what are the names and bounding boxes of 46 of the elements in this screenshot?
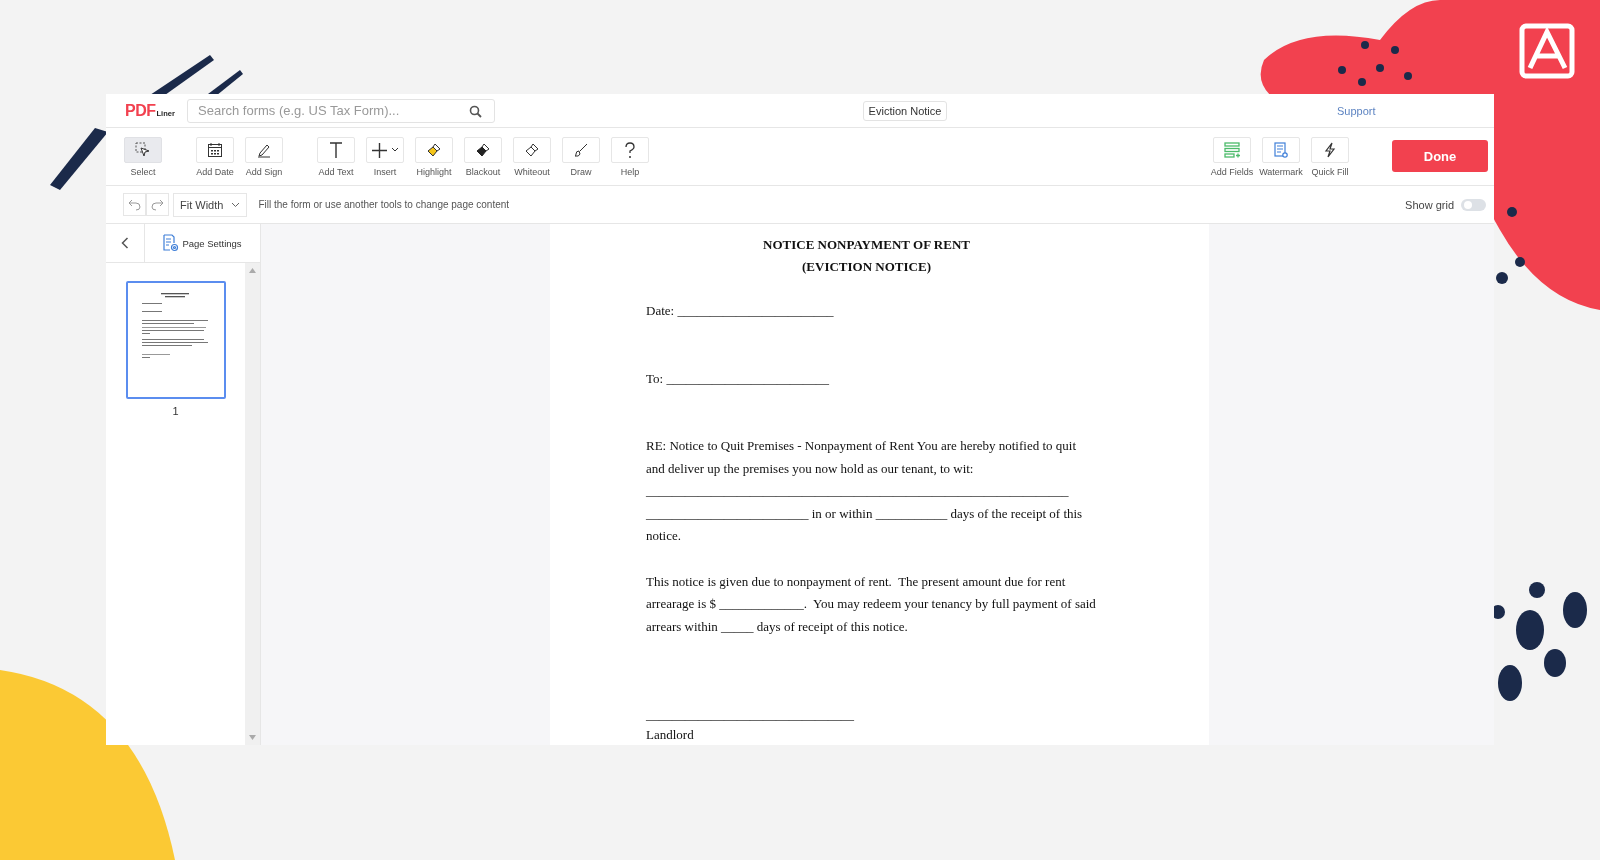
document-paragraph: _________________________________________________________________ (646, 482, 1070, 500)
done-button[interactable]: Done (1392, 140, 1488, 172)
pdf-logo-icon (1519, 23, 1575, 79)
calendar-icon (207, 142, 223, 158)
document-paragraph: ________________________________ (646, 706, 855, 724)
document-heading: NOTICE NONPAYMENT OF RENT (763, 236, 970, 254)
pen-icon (256, 142, 272, 158)
plus-icon (371, 141, 388, 159)
undo-button[interactable] (123, 193, 146, 216)
redo-icon (151, 198, 164, 211)
help-icon (624, 141, 636, 159)
caret-icon (391, 147, 399, 153)
document-heading: (EVICTION NOTICE) (802, 258, 931, 276)
cursor-icon (135, 142, 151, 158)
scroll-down-icon[interactable] (249, 735, 256, 740)
page-thumbnail[interactable] (125, 281, 226, 399)
document-paragraph: To: _________________________ (646, 369, 830, 388)
document-paragraph: This notice is given due to nonpayment of rent. The present amount due for rent arrearage is $ _____________. You may redeem your tenancy by full payment of said arrears within _____ days of receipt of this notice. (646, 572, 1097, 636)
undo-icon (128, 198, 141, 211)
document-paragraph: _________________________ in or within ___________ days of the receipt of this notice. (646, 504, 1084, 545)
show-grid-toggle[interactable] (1461, 198, 1486, 211)
document-paragraph: Landlord (646, 726, 695, 742)
scrollbar[interactable] (245, 263, 260, 745)
support-link[interactable]: Support (1337, 104, 1376, 117)
document-paragraph: Date: ________________________ (646, 302, 835, 320)
text-icon (328, 141, 344, 159)
brush-icon (426, 142, 442, 158)
search-icon[interactable] (469, 104, 482, 118)
caret-icon (231, 201, 241, 208)
page-number: 1 (172, 405, 179, 417)
brush-icon (524, 142, 540, 158)
document-title[interactable]: Eviction Notice (862, 100, 948, 121)
scroll-up-icon[interactable] (249, 268, 256, 273)
zoom-dropdown[interactable]: Fit Width (173, 192, 248, 217)
chevron-left-icon (121, 237, 129, 249)
hint-text: Fill the form or use another tools to change page content (258, 199, 510, 210)
show-grid-label: Show grid (1405, 198, 1454, 211)
lightning-icon (1322, 142, 1338, 158)
document-paragraph: RE: Notice to Quit Premises - Nonpayment of Rent You are hereby notified to quit and deliver up the premises you now hold as our tenant, to wit: (646, 437, 1077, 478)
redo-button[interactable] (146, 193, 169, 216)
page-gear-icon (163, 234, 180, 252)
search-field[interactable]: Search forms (e.g. US Tax Form)... (187, 98, 495, 123)
document-icon (1273, 142, 1289, 158)
fields-icon (1224, 142, 1240, 158)
brush-icon (475, 142, 491, 158)
paintbrush-icon (573, 142, 589, 158)
